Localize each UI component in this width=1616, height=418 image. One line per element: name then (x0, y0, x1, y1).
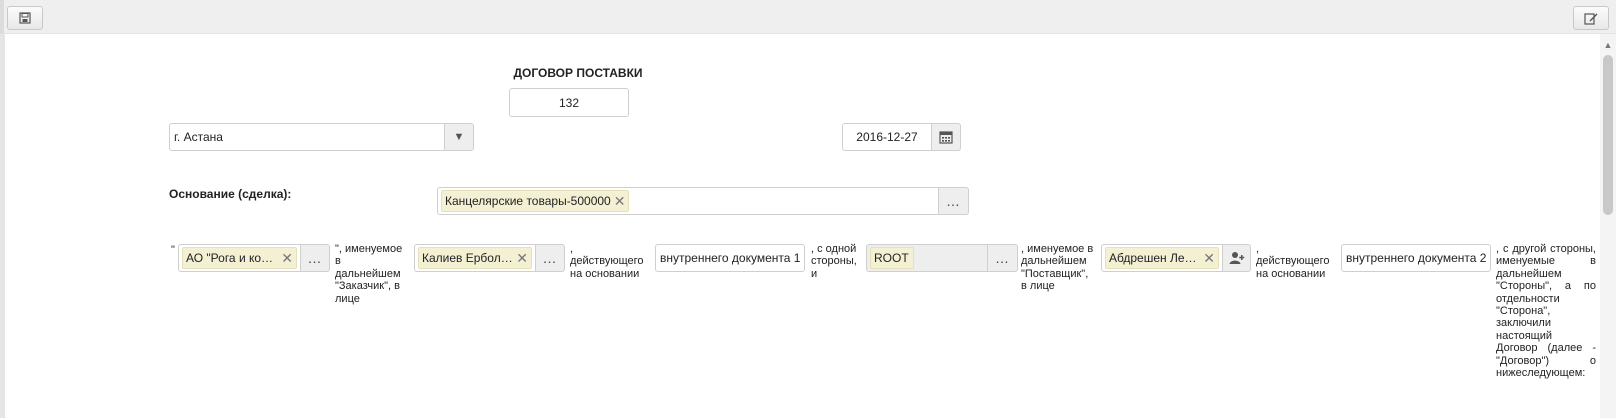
close-icon[interactable]: ✕ (281, 251, 293, 265)
close-icon[interactable]: ✕ (1203, 251, 1215, 265)
supplier-more-button[interactable]: … (988, 244, 1018, 272)
basis-tag-label: Канцелярские товары-500000 (445, 194, 611, 208)
close-icon[interactable]: ✕ (614, 194, 626, 208)
supplier-rep-tag: Абдрешен Лео… ✕ (1105, 247, 1219, 269)
close-icon[interactable]: ✕ (516, 251, 528, 265)
text-customer: ", именуемое в дальнейшем "Заказчик", в … (335, 243, 403, 305)
customer-field[interactable]: АО "Рога и коп… ✕ (178, 244, 301, 272)
chevron-down-icon[interactable]: ▼ (444, 124, 473, 150)
customer-tag: АО "Рога и коп… ✕ (182, 247, 297, 269)
document-1-field[interactable]: внутреннего документа 1 (655, 244, 805, 272)
supplier-tag-label: ROOT (874, 251, 909, 265)
edit-button[interactable] (1573, 6, 1609, 30)
customer-rep-more-button[interactable]: … (536, 244, 565, 272)
supplier-rep-field[interactable]: Абдрешен Лео… ✕ (1101, 244, 1223, 272)
customer-rep-field[interactable]: Калиев Ербол … ✕ (414, 244, 536, 272)
text-supplier: , именуемое в дальнейшем "Поставщик", в … (1021, 243, 1094, 293)
document-title: ДОГОВОР ПОСТАВКИ (513, 66, 643, 80)
date-field[interactable]: 2016-12-27 (842, 123, 932, 151)
document-2-field[interactable]: внутреннего документа 2 (1341, 244, 1491, 272)
frame-border (0, 34, 5, 418)
basis-field[interactable]: Канцелярские товары-500000 ✕ (437, 187, 939, 215)
supplier-field[interactable]: ROOT (866, 244, 988, 272)
customer-rep-tag: Калиев Ербол … ✕ (418, 247, 532, 269)
basis-more-button[interactable]: … (939, 187, 969, 215)
city-select[interactable]: г. Астана ▼ (169, 123, 474, 151)
contract-number-field[interactable]: 132 (509, 88, 629, 117)
scrollbar-thumb[interactable] (1603, 55, 1613, 215)
customer-more-button[interactable]: … (301, 244, 330, 272)
scroll-up-arrow-icon[interactable]: ▲ (1603, 40, 1613, 50)
quote-mark: " (171, 244, 175, 256)
text-acting-1: , действующего на основании (570, 243, 644, 280)
customer-rep-tag-label: Калиев Ербол … (422, 251, 514, 265)
select-person-button[interactable] (1223, 244, 1251, 272)
supplier-tag: ROOT (870, 247, 914, 269)
text-one-side: , с одной стороны, и (811, 243, 857, 280)
calendar-icon (939, 131, 953, 144)
basis-tag: Канцелярские товары-500000 ✕ (441, 190, 630, 212)
edit-note-icon (1584, 12, 1598, 25)
supplier-rep-tag-label: Абдрешен Лео… (1109, 251, 1201, 265)
city-select-value: г. Астана (174, 130, 223, 144)
floppy-disk-icon (19, 12, 31, 24)
customer-tag-label: АО "Рога и коп… (186, 251, 279, 265)
user-plus-icon (1229, 252, 1244, 264)
text-other-side: , с другой стороны, именуемые в дальнейш… (1496, 243, 1596, 380)
text-acting-2: , действующего на основании (1256, 243, 1330, 280)
save-button[interactable] (7, 6, 43, 30)
basis-label: Основание (сделка): (169, 187, 292, 201)
top-toolbar (0, 0, 1616, 34)
calendar-button[interactable] (931, 123, 961, 151)
